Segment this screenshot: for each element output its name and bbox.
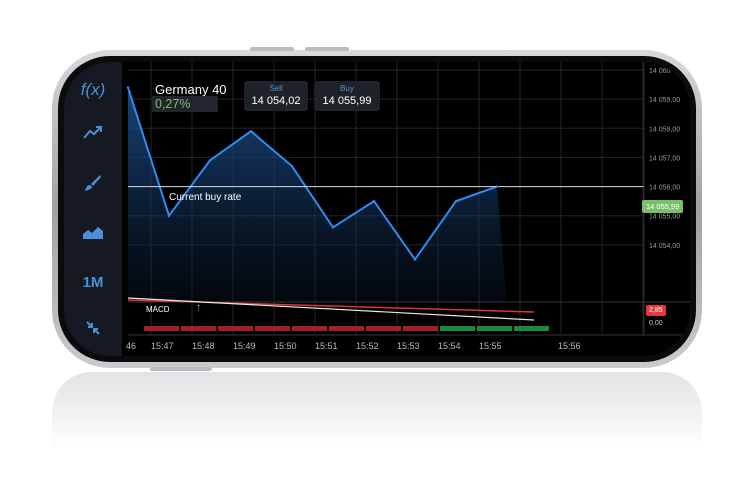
sell-button[interactable]: Sell 14 054,02 xyxy=(244,81,308,111)
macd-bar xyxy=(514,326,549,331)
price-point-15:51 xyxy=(331,226,335,229)
y-tick-label: 14 057,00 xyxy=(649,155,680,162)
macd-arrow-icon: ↑ xyxy=(196,302,201,313)
volume-up-button xyxy=(250,47,294,51)
phone-reflection xyxy=(52,372,702,482)
buy-price: 14 055,99 xyxy=(322,95,372,107)
x-tick-label: 15:51 xyxy=(315,341,338,351)
macd-bar xyxy=(292,326,327,331)
macd-bar xyxy=(218,326,253,331)
x-tick-label: 15:55 xyxy=(479,341,502,351)
chart-type-button[interactable] xyxy=(64,224,122,245)
macd-bar xyxy=(255,326,290,331)
functions-label: f(x) xyxy=(80,80,106,99)
macd-bar xyxy=(440,326,475,331)
y-axis-labels: 14 060 14 059,00 14 058,00 14 057,00 14 056,… xyxy=(649,68,680,250)
price-point-15:54 xyxy=(454,199,458,203)
macd-label: MACD xyxy=(146,305,170,314)
price-point-15:46 xyxy=(126,86,130,89)
chart-toolbar: f(x) 1M xyxy=(64,62,122,356)
buy-button[interactable]: Buy 14 055,99 xyxy=(314,81,380,111)
x-tick-label: 15:56 xyxy=(558,341,581,351)
instrument-change: 0,27% xyxy=(155,97,191,111)
area-chart-icon xyxy=(83,227,103,239)
y-tick-label: 14 059,00 xyxy=(649,97,680,104)
buy-rate-label: Current buy rate xyxy=(169,192,242,203)
x-tick-label: 15:50 xyxy=(274,341,297,351)
x-tick-label: 15:47 xyxy=(151,341,174,351)
macd-bar xyxy=(329,326,364,331)
brush-icon xyxy=(85,175,101,191)
trend-icon xyxy=(83,126,102,139)
x-tick-label: 15:48 xyxy=(192,341,215,351)
functions-button[interactable]: f(x) xyxy=(64,80,122,100)
power-button xyxy=(150,367,212,371)
y-tick-label: 14 058,00 xyxy=(649,126,680,133)
macd-zero-label: 0,00 xyxy=(649,320,663,327)
collapse-icon xyxy=(86,321,100,335)
x-axis-labels: 46 15:47 15:48 15:49 15:50 15:51 15:52 15:53 15:… xyxy=(126,341,581,351)
x-tick-label: 15:49 xyxy=(233,341,256,351)
x-tick-label: 15:53 xyxy=(397,341,420,351)
macd-bar xyxy=(403,326,438,331)
timeframe-button[interactable]: 1M xyxy=(64,274,122,291)
price-point-15:50 xyxy=(290,164,294,168)
macd-bar xyxy=(366,326,401,331)
timeframe-label: 1M xyxy=(82,274,104,291)
y-tick-label: 14 055,00 xyxy=(649,214,680,221)
price-point-15:52 xyxy=(372,199,376,203)
macd-bar xyxy=(181,326,216,331)
x-tick-label: 15:52 xyxy=(356,341,379,351)
collapse-button[interactable] xyxy=(64,320,122,341)
macd-bar xyxy=(477,326,512,331)
app-screen: 14 060 14 059,00 14 058,00 14 057,00 14 056,… xyxy=(64,62,690,356)
price-point-15:49 xyxy=(249,130,253,133)
macd-histogram xyxy=(144,326,549,331)
trend-button[interactable] xyxy=(64,124,122,145)
draw-button[interactable] xyxy=(64,174,122,197)
x-tick-label: 15:54 xyxy=(438,341,461,351)
instrument-name: Germany 40 xyxy=(155,82,227,97)
y-tick-label: 14 056,00 xyxy=(649,185,680,192)
price-point-15:55 xyxy=(495,185,499,188)
macd-bar xyxy=(144,326,179,331)
price-point-15:53 xyxy=(413,258,417,261)
buy-label: Buy xyxy=(340,84,354,93)
y-tick-label: 14 054,00 xyxy=(649,243,680,250)
price-point-15:47 xyxy=(167,214,171,217)
volume-down-button xyxy=(305,47,349,51)
current-price-tag: 14 055,99 xyxy=(642,200,684,213)
price-point-15:48 xyxy=(208,159,212,162)
sell-label: Sell xyxy=(269,84,283,93)
x-tick-label: 46 xyxy=(126,341,136,351)
sell-price: 14 054,02 xyxy=(251,95,301,107)
macd-value-tag: 2,85 xyxy=(646,305,666,316)
y-tick-label: 14 060 xyxy=(649,68,671,75)
